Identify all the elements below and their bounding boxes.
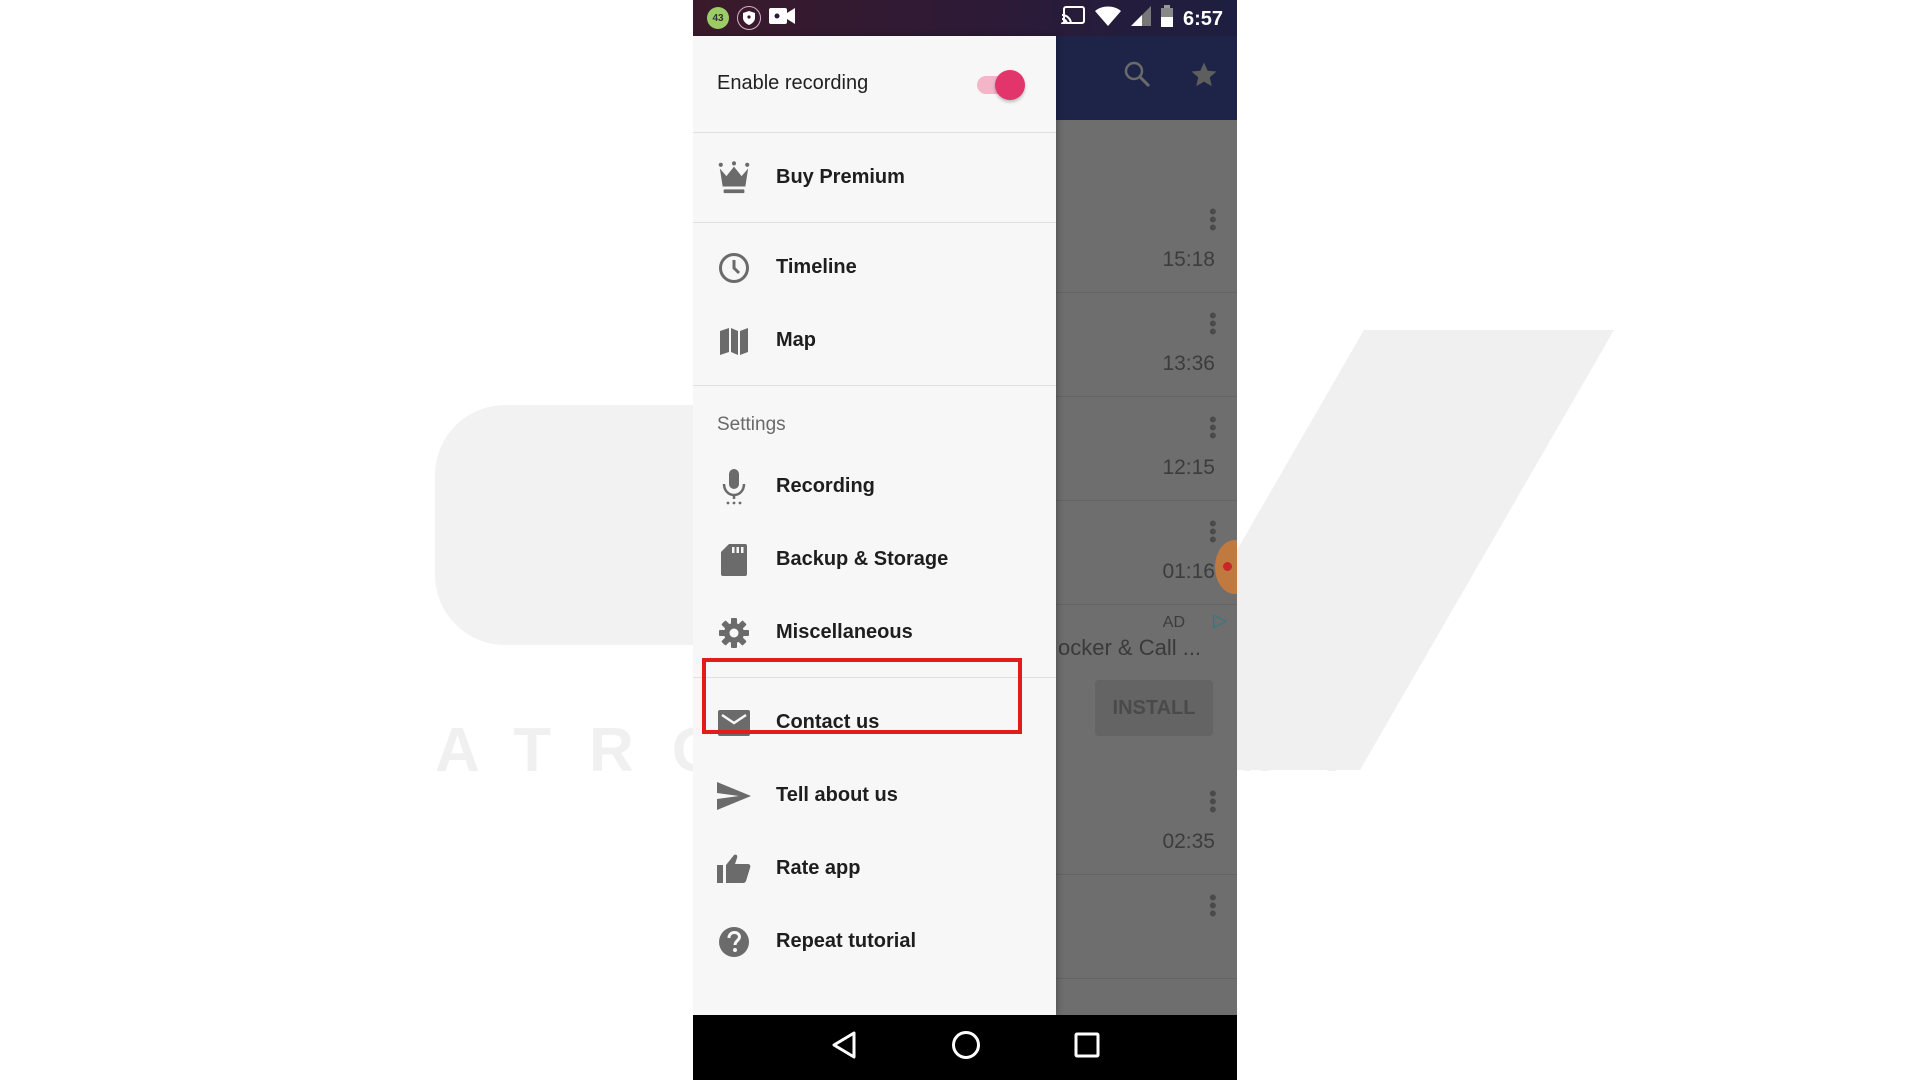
status-bar: 43 6:57 xyxy=(693,0,1237,36)
recording-time: 12:15 xyxy=(1162,456,1215,479)
drawer-item-label: Map xyxy=(776,329,816,351)
wifi-icon xyxy=(1094,6,1121,32)
ad-label: AD xyxy=(1162,614,1185,631)
watermark-shape xyxy=(435,405,695,645)
recording-time: 13:36 xyxy=(1162,352,1215,375)
drawer-item-label: Backup & Storage xyxy=(776,548,949,570)
recording-time: 01:16 xyxy=(1162,560,1215,583)
drawer-item-repeat-tutorial[interactable]: Repeat tutorial xyxy=(693,905,1056,978)
clock-icon xyxy=(717,251,751,285)
drawer-item-label: Tell about us xyxy=(776,784,898,806)
settings-section: Settings Recording Backup & Storage Misc… xyxy=(693,386,1056,678)
drawer-item-label: Timeline xyxy=(776,256,857,278)
drawer-item-map[interactable]: Map xyxy=(693,304,1056,377)
toggle-thumb xyxy=(995,70,1025,100)
drawer-item-recording[interactable]: Recording xyxy=(693,450,1056,523)
battery-icon xyxy=(1160,5,1173,33)
more-vert-icon[interactable]: • • • xyxy=(1209,201,1217,239)
premium-section: Buy Premium xyxy=(693,133,1056,223)
drawer-item-label: Rate app xyxy=(776,857,861,879)
phone-screen: 43 6:57 • • • 15:18 • • • 13:36 • • • 12… xyxy=(693,0,1237,1080)
status-time: 6:57 xyxy=(1182,7,1223,30)
drawer-item-tell-about-us[interactable]: Tell about us xyxy=(693,759,1056,832)
drawer-item-buy-premium[interactable]: Buy Premium xyxy=(693,141,1056,214)
search-icon[interactable] xyxy=(1123,60,1151,97)
map-icon xyxy=(717,324,751,358)
enable-recording-label: Enable recording xyxy=(717,72,869,94)
home-button[interactable] xyxy=(951,1030,981,1065)
section-title: Settings xyxy=(717,414,786,435)
enable-recording-row[interactable]: Enable recording xyxy=(693,36,1056,133)
drawer-item-label: Recording xyxy=(776,475,875,497)
navigation-drawer: Enable recording Buy Premium Timeline Ma… xyxy=(693,36,1056,1015)
views-section: Timeline Map xyxy=(693,223,1056,386)
enable-recording-toggle[interactable] xyxy=(977,70,1025,100)
settings-header: Settings xyxy=(693,394,1056,450)
star-icon[interactable] xyxy=(1189,60,1219,97)
crown-icon xyxy=(717,160,751,195)
drawer-item-label: Miscellaneous xyxy=(776,621,913,643)
drawer-item-label: Repeat tutorial xyxy=(776,930,917,952)
cast-icon xyxy=(1060,6,1085,32)
ad-title[interactable]: ocker & Call ... xyxy=(1058,635,1201,661)
send-icon xyxy=(717,779,751,813)
sd-card-icon xyxy=(717,543,751,577)
install-button[interactable]: INSTALL xyxy=(1095,680,1213,736)
drawer-item-backup-storage[interactable]: Backup & Storage xyxy=(693,523,1056,596)
vpn-shield-icon xyxy=(737,6,761,30)
ad-choices-icon[interactable]: ▷ xyxy=(1213,610,1227,631)
more-vert-icon[interactable]: • • • xyxy=(1209,887,1217,925)
more-vert-icon[interactable]: • • • xyxy=(1209,409,1217,447)
screen-record-icon xyxy=(769,7,795,30)
miscellaneous-highlight-box xyxy=(702,658,1022,734)
help-icon xyxy=(717,925,751,959)
more-vert-icon[interactable]: • • • xyxy=(1209,305,1217,343)
thumbs-up-icon xyxy=(717,852,751,886)
more-vert-icon[interactable]: • • • xyxy=(1209,513,1217,551)
recording-time: 02:35 xyxy=(1162,830,1215,853)
system-nav-bar xyxy=(693,1015,1237,1080)
recording-time: 15:18 xyxy=(1162,248,1215,271)
microphone-icon xyxy=(717,468,751,504)
drawer-item-timeline[interactable]: Timeline xyxy=(693,231,1056,304)
more-vert-icon[interactable]: • • • xyxy=(1209,783,1217,821)
notification-count-icon: 43 xyxy=(707,7,729,29)
gear-icon xyxy=(717,616,751,650)
back-button[interactable] xyxy=(830,1030,858,1065)
signal-icon xyxy=(1130,6,1151,32)
drawer-item-label: Buy Premium xyxy=(776,166,905,188)
drawer-item-rate-app[interactable]: Rate app xyxy=(693,832,1056,905)
recents-button[interactable] xyxy=(1074,1032,1100,1063)
